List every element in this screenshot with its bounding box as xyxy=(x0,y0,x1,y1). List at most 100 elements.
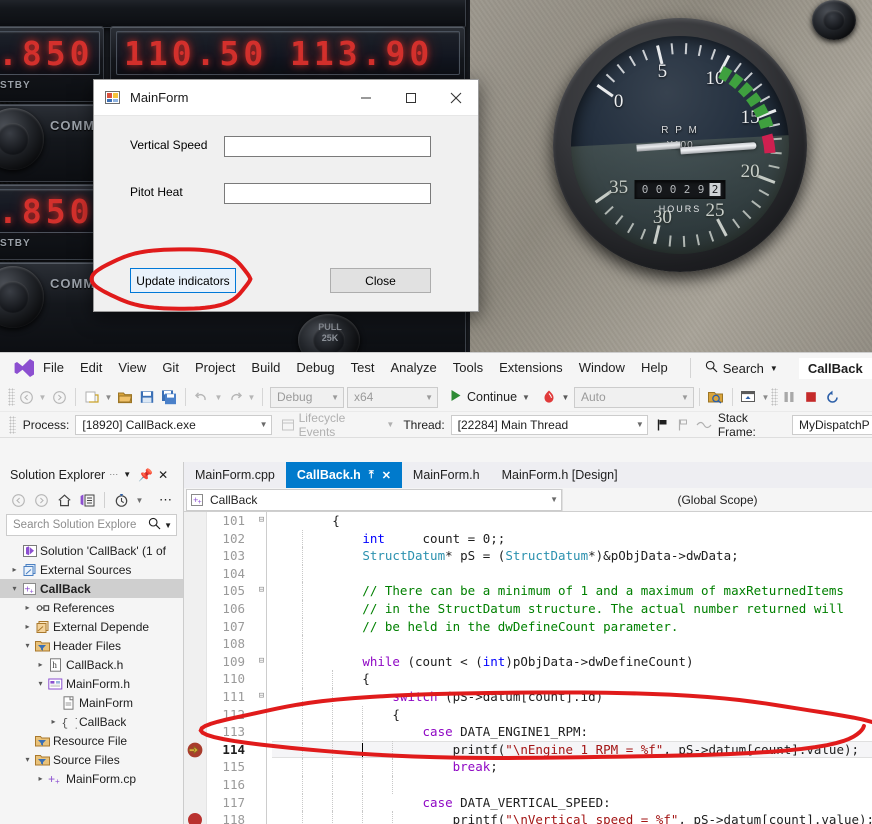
undo-dropdown-icon[interactable]: ▼ xyxy=(213,386,224,408)
chevron-down-icon[interactable]: ▼ xyxy=(631,420,644,429)
code-line[interactable]: 101⊟ { xyxy=(184,512,872,530)
debug-target-combo[interactable]: Auto ▼ xyxy=(574,387,694,408)
chevron-down-icon[interactable]: ▼ xyxy=(164,521,172,530)
editor-tab[interactable]: MainForm.h [Design] xyxy=(491,462,629,488)
chevron-down-icon[interactable]: ▼ xyxy=(134,490,145,511)
maximize-button[interactable] xyxy=(388,80,433,116)
chevron-down-icon[interactable]: ▼ xyxy=(325,393,339,402)
pin-icon[interactable]: 📌 xyxy=(138,468,153,482)
pin-icon[interactable]: ⤒ xyxy=(369,469,374,482)
right-panel-knob[interactable] xyxy=(812,0,856,40)
code-line[interactable]: 117 case DATA_VERTICAL_SPEED: xyxy=(184,794,872,812)
menu-debug[interactable]: Debug xyxy=(288,353,342,383)
vertical-speed-input[interactable] xyxy=(224,136,431,157)
menu-view[interactable]: View xyxy=(110,353,154,383)
save-file-icon[interactable] xyxy=(136,386,158,408)
code-line[interactable]: 112 { xyxy=(184,706,872,724)
break-all-icon[interactable] xyxy=(778,386,800,408)
chevron-down-icon[interactable]: ▾ xyxy=(8,584,21,593)
menu-build[interactable]: Build xyxy=(243,353,288,383)
solution-views-icon[interactable] xyxy=(77,490,98,511)
menu-edit[interactable]: Edit xyxy=(72,353,110,383)
thread-combo[interactable]: [22284] Main Thread ▼ xyxy=(451,415,648,435)
vs-search-box[interactable]: Search ▼ xyxy=(690,358,778,378)
new-project-dropdown-icon[interactable]: ▼ xyxy=(103,386,114,408)
chevron-right-icon[interactable]: ▸ xyxy=(34,660,47,669)
editor-tab[interactable]: CallBack.h⤒✕ xyxy=(286,462,402,488)
chevron-right-icon[interactable]: ▸ xyxy=(47,717,60,726)
redo-icon[interactable] xyxy=(224,386,246,408)
hot-reload-icon[interactable] xyxy=(538,386,560,408)
tree-node[interactable]: ▾++CallBack xyxy=(0,579,183,598)
live-share-dropdown-icon[interactable]: ▼ xyxy=(760,386,771,408)
code-fold-toggle-icon[interactable]: ⊟ xyxy=(256,653,267,671)
close-dialog-button[interactable]: Close xyxy=(330,268,431,293)
code-line[interactable]: 110 { xyxy=(184,670,872,688)
code-editor[interactable]: 101⊟ {102 int count = 0;;103 StructDatum… xyxy=(184,512,872,824)
chevron-right-icon[interactable]: ▸ xyxy=(21,622,34,631)
search-icon[interactable] xyxy=(148,517,161,533)
chevron-down-icon[interactable]: ▼ xyxy=(550,495,558,504)
navigate-forward-icon[interactable] xyxy=(48,386,70,408)
flag-threads-icon[interactable] xyxy=(652,414,673,436)
code-line[interactable]: 106 // in the StructDatum structure. The… xyxy=(184,600,872,618)
code-line[interactable]: 102 int count = 0;; xyxy=(184,530,872,548)
minimize-button[interactable] xyxy=(343,80,388,116)
code-line[interactable]: 113 case DATA_ENGINE1_RPM: xyxy=(184,723,872,741)
toolbar-grip-1[interactable] xyxy=(8,388,15,406)
back-icon[interactable] xyxy=(8,490,29,511)
home-icon[interactable] xyxy=(54,490,75,511)
menu-tools[interactable]: Tools xyxy=(445,353,491,383)
chevron-down-icon[interactable]: ▼ xyxy=(255,420,268,429)
close-icon[interactable]: ✕ xyxy=(382,469,391,482)
tree-node[interactable]: ▸External Sources xyxy=(0,560,183,579)
chevron-down-icon[interactable]: ▾ xyxy=(21,755,34,764)
mainform-titlebar[interactable]: MainForm xyxy=(94,80,478,116)
editor-tab[interactable]: MainForm.h xyxy=(402,462,491,488)
menu-window[interactable]: Window xyxy=(571,353,633,383)
tree-node[interactable]: ▸hCallBack.h xyxy=(0,655,183,674)
chevron-down-icon[interactable]: ▾ xyxy=(21,641,34,650)
breakpoint-icon[interactable] xyxy=(188,813,202,824)
menu-project[interactable]: Project xyxy=(187,353,243,383)
navbar-member-value[interactable]: (Global Scope) xyxy=(562,489,872,511)
tree-node[interactable]: ▸++MainForm.cp xyxy=(0,769,183,788)
tree-node[interactable]: ▾Source Files xyxy=(0,750,183,769)
code-line[interactable]: 109⊟ while (count < (int)pObjData->dwDef… xyxy=(184,653,872,671)
menu-git[interactable]: Git xyxy=(154,353,187,383)
chevron-down-icon[interactable]: ▼ xyxy=(770,364,778,373)
chevron-down-icon[interactable]: ▾ xyxy=(34,679,47,688)
unflag-threads-icon[interactable] xyxy=(673,414,694,436)
code-line[interactable]: 108 xyxy=(184,635,872,653)
chevron-down-icon[interactable]: ▼ xyxy=(419,393,433,402)
toolbar-grip-2[interactable] xyxy=(771,388,778,406)
live-share-icon[interactable] xyxy=(738,386,760,408)
code-line[interactable]: 103 StructDatum* pS = (StructDatum*)&pOb… xyxy=(184,547,872,565)
chevron-right-icon[interactable]: ▸ xyxy=(8,565,21,574)
solution-config-combo[interactable]: Debug ▼ xyxy=(270,387,344,408)
new-project-icon[interactable] xyxy=(81,386,103,408)
process-combo[interactable]: [18920] CallBack.exe ▼ xyxy=(75,415,271,435)
code-line[interactable]: 107 // be held in the dwDefineCount para… xyxy=(184,618,872,636)
tree-node[interactable]: ▸{ }CallBack xyxy=(0,712,183,731)
chevron-down-icon[interactable]: ▼ xyxy=(675,393,689,402)
menu-analyze[interactable]: Analyze xyxy=(382,353,444,383)
code-fold-toggle-icon[interactable]: ⊟ xyxy=(256,512,267,530)
code-line[interactable]: 111⊟ switch (pS->datum[count].id) xyxy=(184,688,872,706)
update-indicators-button[interactable]: Update indicators xyxy=(130,268,236,293)
chevron-right-icon[interactable]: ▸ xyxy=(21,603,34,612)
code-line[interactable]: 115 break; xyxy=(184,758,872,776)
navigate-backward-icon[interactable] xyxy=(15,386,37,408)
menu-test[interactable]: Test xyxy=(343,353,383,383)
navbar-type-combo[interactable]: ++ CallBack ▼ xyxy=(186,489,562,511)
menu-extensions[interactable]: Extensions xyxy=(491,353,571,383)
menu-help[interactable]: Help xyxy=(633,353,676,383)
editor-tab[interactable]: MainForm.cpp xyxy=(184,462,286,488)
pending-changes-icon[interactable] xyxy=(111,490,132,511)
code-line[interactable]: 118 printf("\nVertical speed = %f", pS->… xyxy=(184,811,872,824)
undo-icon[interactable] xyxy=(191,386,213,408)
tree-node[interactable]: ▾MainForm.h xyxy=(0,674,183,693)
forward-icon[interactable] xyxy=(31,490,52,511)
chevron-down-icon[interactable]: ▼ xyxy=(123,470,131,479)
tree-node[interactable]: Solution 'CallBack' (1 of xyxy=(0,541,183,560)
